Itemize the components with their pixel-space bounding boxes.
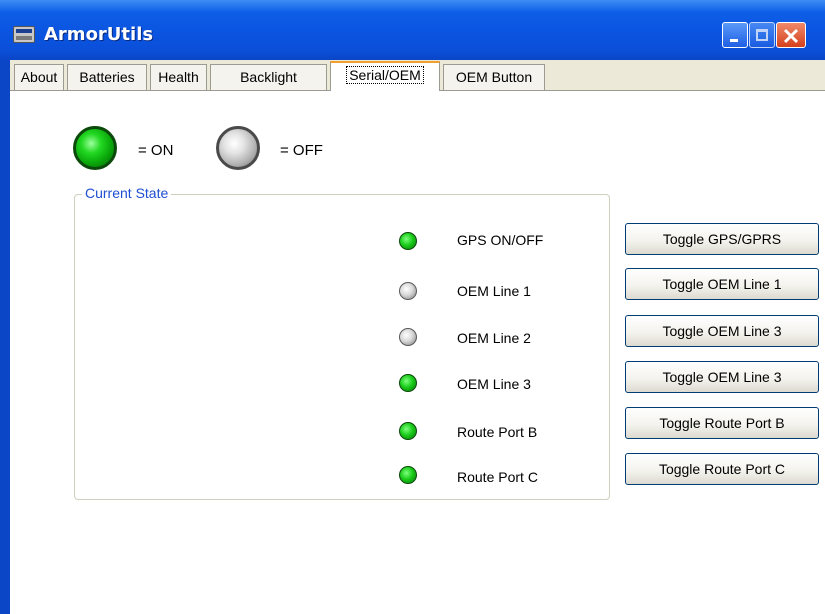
legend-off-text: = OFF	[280, 142, 323, 159]
route-port-c-led-icon	[399, 466, 417, 484]
tab-strip: About Batteries Health Backlight Serial/…	[10, 60, 825, 91]
title-bar[interactable]: ArmorUtils	[0, 0, 825, 60]
legend-off-led-icon	[216, 126, 260, 170]
toggle-gps-gprs-button[interactable]: Toggle GPS/GPRS	[625, 223, 819, 255]
tab-oem-button[interactable]: OEM Button	[443, 64, 545, 90]
close-button[interactable]	[776, 22, 806, 48]
gps-led-icon	[399, 232, 417, 250]
tab-label: Backlight	[240, 69, 297, 85]
tab-batteries[interactable]: Batteries	[67, 64, 147, 90]
minimize-icon	[730, 39, 738, 42]
toggle-oem-line-3-button-b[interactable]: Toggle OEM Line 3	[625, 361, 819, 393]
maximize-icon	[756, 29, 768, 41]
tab-label: Batteries	[79, 69, 135, 85]
tab-label: Serial/OEM	[346, 66, 424, 84]
oem-line-2-led-icon	[399, 328, 417, 346]
state-label-route-port-b: Route Port B	[457, 424, 538, 440]
toggle-oem-line-3-button-a[interactable]: Toggle OEM Line 3	[625, 315, 819, 347]
close-icon	[783, 28, 799, 44]
window-frame-left	[0, 60, 10, 614]
client-area: About Batteries Health Backlight Serial/…	[10, 60, 825, 614]
tab-label: OEM Button	[455, 69, 533, 85]
state-label-oem-line-2: OEM Line 2	[457, 330, 531, 346]
toggle-oem-line-1-button[interactable]: Toggle OEM Line 1	[625, 268, 819, 300]
route-port-b-led-icon	[399, 422, 417, 440]
toggle-route-port-c-button[interactable]: Toggle Route Port C	[625, 453, 819, 485]
tab-label: About	[20, 69, 58, 85]
toggle-route-port-b-button[interactable]: Toggle Route Port B	[625, 407, 819, 439]
minimize-button[interactable]	[722, 22, 748, 48]
state-label-gps: GPS ON/OFF	[457, 232, 544, 248]
app-icon	[13, 26, 35, 43]
state-label-oem-line-3: OEM Line 3	[457, 376, 531, 392]
tab-backlight[interactable]: Backlight	[210, 64, 327, 90]
oem-line-3-led-icon	[399, 374, 417, 392]
tab-about[interactable]: About	[14, 64, 64, 90]
oem-line-1-led-icon	[399, 282, 417, 300]
tab-label: Health	[158, 69, 199, 85]
tab-serial-oem[interactable]: Serial/OEM	[330, 61, 440, 91]
maximize-button[interactable]	[749, 22, 775, 48]
current-state-label: Current State	[82, 185, 172, 201]
window-title: ArmorUtils	[44, 24, 154, 45]
legend-on-text: = ON	[138, 142, 174, 159]
state-label-oem-line-1: OEM Line 1	[457, 283, 531, 299]
tab-health[interactable]: Health	[150, 64, 207, 90]
state-label-route-port-c: Route Port C	[457, 469, 538, 485]
app-window: ArmorUtils About Batteries Health Backli…	[0, 0, 825, 614]
legend-on-led-icon	[73, 126, 117, 170]
